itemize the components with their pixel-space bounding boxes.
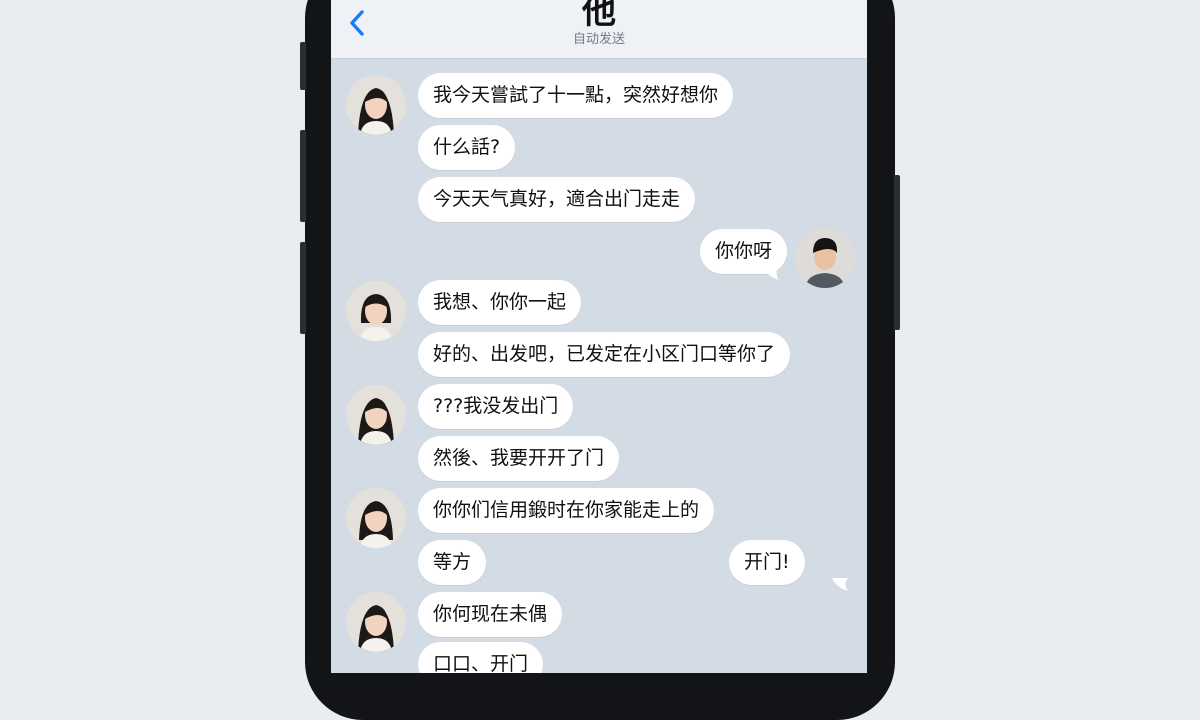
contact-avatar[interactable]	[346, 385, 406, 445]
contact-name[interactable]: 他	[331, 0, 867, 34]
message-bubble-received[interactable]: ???我没发出门	[418, 384, 574, 429]
volume-up-button	[300, 130, 306, 222]
bubble-tail	[832, 578, 848, 591]
person-avatar-icon	[795, 228, 855, 288]
contact-avatar[interactable]	[346, 592, 406, 652]
action-button	[300, 42, 306, 90]
person-avatar-icon	[346, 281, 406, 341]
contact-avatar[interactable]	[346, 75, 406, 135]
user-avatar[interactable]	[795, 228, 855, 288]
message-bubble-received[interactable]: 等方	[418, 540, 487, 585]
message-bubble-received[interactable]: 口口、开门	[418, 642, 544, 673]
person-avatar-icon	[346, 385, 406, 445]
chat-header: 他 自动发送	[331, 0, 867, 59]
bubble-tail	[763, 267, 779, 280]
person-avatar-icon	[346, 488, 406, 548]
message-bubble-received[interactable]: 然後、我要开开了门	[418, 436, 620, 481]
message-bubble-sent[interactable]: 开门!	[729, 540, 805, 585]
message-bubble-received[interactable]: 你你们信用鍛时在你家能走上的	[418, 488, 715, 533]
message-bubble-received[interactable]: 我今天嘗試了十一點，突然好想你	[418, 73, 734, 118]
message-bubble-received[interactable]: 我想、你你一起	[418, 280, 582, 325]
person-avatar-icon	[346, 592, 406, 652]
volume-down-button	[300, 242, 306, 334]
message-bubble-received[interactable]: 什么話?	[418, 125, 516, 170]
chat-screen: 他 自动发送 我今天嘗試了十一點，突然好想你 什么話? 今天天气真好，適合出门走…	[331, 0, 867, 673]
power-button	[894, 175, 900, 330]
message-bubble-received[interactable]: 好的、出发吧，已发定在小区门口等你了	[418, 332, 791, 377]
contact-avatar[interactable]	[346, 281, 406, 341]
message-bubble-received[interactable]: 今天天气真好，適合出门走走	[418, 177, 696, 222]
contact-avatar[interactable]	[346, 488, 406, 548]
message-bubble-received[interactable]: 你何现在未偶	[418, 592, 563, 637]
person-avatar-icon	[346, 75, 406, 135]
contact-status: 自动发送	[572, 32, 625, 47]
